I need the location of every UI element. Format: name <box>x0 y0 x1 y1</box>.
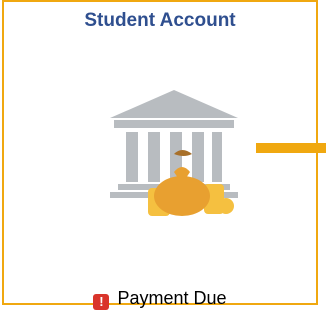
status-row: ! Payment Due <box>4 288 316 310</box>
tile-title: Student Account <box>84 10 236 31</box>
arrow-bar <box>256 143 326 153</box>
status-label: Payment Due <box>117 288 227 308</box>
bank-money-bag-icon <box>110 90 238 216</box>
alert-icon: ! <box>93 294 110 310</box>
